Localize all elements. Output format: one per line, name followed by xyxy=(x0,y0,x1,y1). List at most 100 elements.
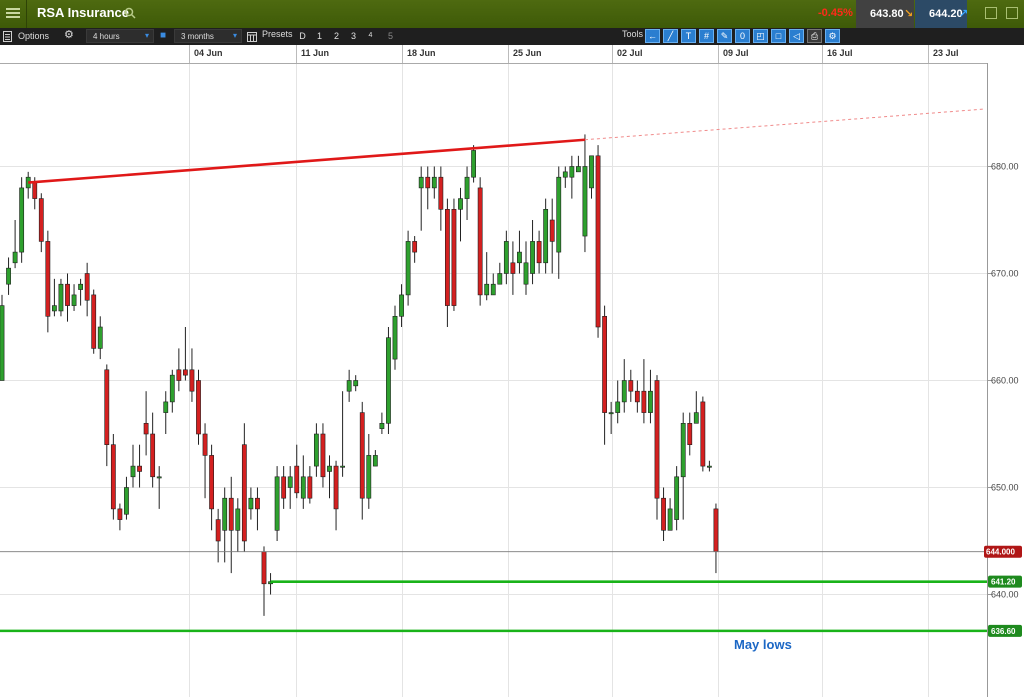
trendline-extension xyxy=(584,108,986,141)
candle-down xyxy=(634,380,640,413)
candle-body xyxy=(530,241,535,274)
candle-down xyxy=(477,177,483,306)
preset-1[interactable]: 1 xyxy=(313,29,326,43)
candle-body xyxy=(549,219,555,242)
candle-body xyxy=(628,380,634,392)
calendar-icon[interactable] xyxy=(247,31,257,42)
candle-up xyxy=(464,166,470,220)
sell-arrow-icon: ↘ xyxy=(904,8,914,20)
candle-body xyxy=(379,422,385,429)
preset-d[interactable]: D xyxy=(296,29,309,43)
candle-body xyxy=(117,508,123,520)
candle-body xyxy=(575,166,581,173)
channel-tool-icon[interactable]: ◰ xyxy=(753,29,768,43)
candle-up xyxy=(458,187,463,242)
candle-down xyxy=(65,273,70,322)
candle-down xyxy=(444,198,450,327)
candle-body xyxy=(333,465,339,510)
candle-body xyxy=(503,241,509,274)
candle-body xyxy=(287,476,293,488)
range-select[interactable]: 3 months ▾ xyxy=(174,29,242,43)
candle-body xyxy=(444,209,450,306)
candle-body xyxy=(235,508,241,531)
candle-body xyxy=(84,273,90,301)
candle-down xyxy=(536,230,542,274)
label-tool-icon[interactable]: ◁ xyxy=(789,29,804,43)
sell-price-button[interactable]: 643.80 ↘ xyxy=(856,0,914,28)
preset-5[interactable]: 5 xyxy=(384,29,397,43)
options-button[interactable]: Options xyxy=(18,31,49,42)
candle-down xyxy=(412,236,418,263)
candle-body xyxy=(458,198,463,210)
candle-body xyxy=(654,380,660,499)
candle-body xyxy=(431,176,437,189)
candle-up xyxy=(648,369,653,424)
candle-body xyxy=(255,497,260,510)
settings-gear-icon[interactable]: ⚙ xyxy=(64,30,74,41)
support-label: 636.60 xyxy=(991,627,1016,636)
candle-body xyxy=(110,444,116,510)
pen-tool-icon[interactable]: ✎ xyxy=(717,29,732,43)
candle-body xyxy=(281,476,287,499)
candle-up xyxy=(621,359,627,413)
candle-down xyxy=(137,444,142,488)
candle-up xyxy=(418,166,424,231)
candle-down xyxy=(261,546,267,616)
candle-body xyxy=(156,476,162,479)
options-list-icon[interactable] xyxy=(3,31,12,42)
candle-up xyxy=(399,284,404,327)
detach-window-icon[interactable] xyxy=(985,7,997,19)
candle-body xyxy=(543,209,549,264)
interval-select[interactable]: 4 hours ▾ xyxy=(86,29,154,43)
text-tool-icon[interactable]: T xyxy=(681,29,696,43)
candle-body xyxy=(189,369,195,392)
line-tool-icon[interactable]: ╱ xyxy=(663,29,678,43)
candle-body xyxy=(706,465,712,468)
settings-tool-icon[interactable]: ⚙ xyxy=(825,29,840,43)
preset-2[interactable]: 2 xyxy=(330,29,343,43)
candle-body xyxy=(169,374,175,403)
candle-up xyxy=(431,166,437,199)
candle-body xyxy=(150,433,156,478)
candle-body xyxy=(608,412,614,415)
candle-up xyxy=(248,487,254,520)
candle-body xyxy=(589,155,594,189)
candle-body xyxy=(661,497,666,531)
candle-body xyxy=(19,187,25,253)
candle-body xyxy=(12,251,18,264)
candle-down xyxy=(228,476,234,574)
price-chart[interactable]: 04 Jun 11 Jun 18 Jun 25 Jun 02 Jul 09 Jul 16 J… xyxy=(0,45,1024,697)
shape-tool-icon[interactable]: □ xyxy=(771,29,786,43)
preset-4[interactable]: 4 xyxy=(364,29,377,43)
price-tick-label: 680.00 xyxy=(991,162,1019,172)
candle-body xyxy=(667,508,673,531)
grid-tool-icon[interactable]: # xyxy=(699,29,714,43)
candle-body xyxy=(313,433,319,467)
fib-tool-icon[interactable]: 0 xyxy=(735,29,750,43)
candle-body xyxy=(523,262,529,285)
price-tick-label: 650.00 xyxy=(991,483,1019,493)
candle-down xyxy=(549,198,555,274)
menu-icon[interactable] xyxy=(6,6,20,20)
candle-down xyxy=(602,305,607,445)
back-arrow-tool-icon[interactable]: ← xyxy=(645,29,660,43)
maximize-window-icon[interactable] xyxy=(1006,7,1018,19)
candle-body xyxy=(497,273,503,285)
lock-icon[interactable]: ■ xyxy=(160,30,166,41)
candle-down xyxy=(713,503,719,574)
current-price-label: 644.000 xyxy=(986,548,1015,557)
date-tick-label: 16 Jul xyxy=(827,48,853,58)
preset-3[interactable]: 3 xyxy=(347,29,360,43)
title-bar: RSA Insurance -0.45% 643.80 ↘ 644.20 ↗ xyxy=(0,0,1024,29)
search-icon[interactable] xyxy=(124,7,136,19)
candle-body xyxy=(248,497,254,510)
buy-price-button[interactable]: 644.20 ↗ xyxy=(915,0,968,28)
print-icon[interactable]: ⎙ xyxy=(807,29,822,43)
candle-down xyxy=(359,401,365,520)
candle-down xyxy=(241,423,247,552)
candle-body xyxy=(340,465,345,468)
candle-up xyxy=(706,460,712,472)
candle-body xyxy=(438,176,444,210)
candle-up xyxy=(589,155,594,199)
candle-body xyxy=(320,433,326,478)
